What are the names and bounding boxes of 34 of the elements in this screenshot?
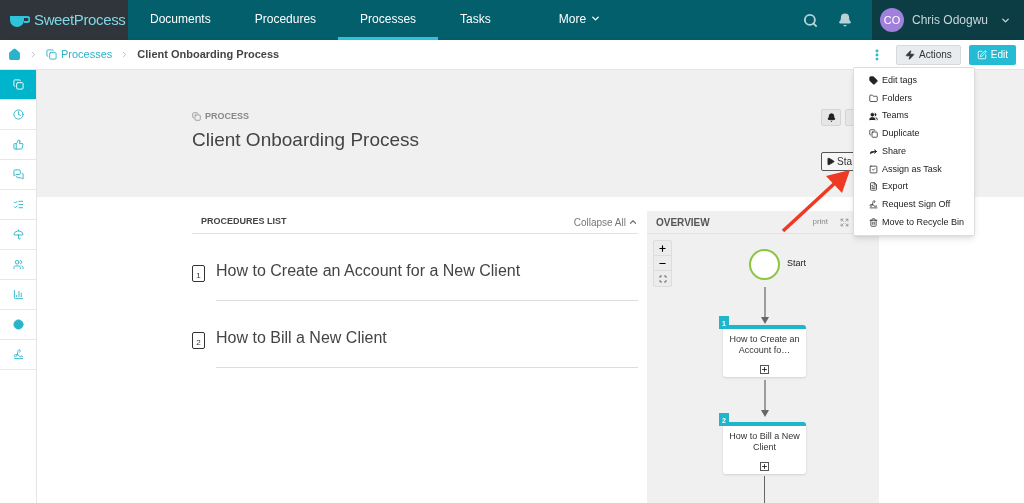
node-title: How to Bill a New Client <box>728 431 801 453</box>
user-name: Chris Odogwu <box>912 12 989 29</box>
menu-item[interactable]: Duplicate <box>854 125 974 143</box>
menu-item[interactable]: Teams <box>854 107 974 126</box>
nav-tab[interactable]: Procedures <box>232 0 339 40</box>
menu-item[interactable]: Request Sign Off <box>854 195 974 214</box>
menu-item[interactable]: Share <box>854 142 974 161</box>
logo[interactable]: SweetProcess <box>0 0 128 40</box>
procedure-link[interactable]: How to Bill a New Client <box>216 329 387 346</box>
nav-tab[interactable]: Documents <box>128 0 233 40</box>
collapse-all-button[interactable]: Collapse All <box>573 214 638 230</box>
menu-item[interactable]: Export <box>854 178 974 196</box>
kind-label: PROCESS <box>205 110 249 123</box>
overview-title: OVERVIEW <box>656 215 711 230</box>
actions-button[interactable]: Actions <box>895 44 961 65</box>
document-number-icon: 1 <box>192 265 205 282</box>
nav-tab[interactable]: Tasks <box>438 0 513 40</box>
menu-item[interactable]: Edit tags <box>854 72 974 90</box>
menu-item[interactable]: Folders <box>854 89 974 108</box>
menu-item[interactable]: Move to Recycle Bin <box>854 213 974 232</box>
menu-item[interactable]: Assign as Task <box>854 160 974 179</box>
nav-tab[interactable]: Processes <box>338 0 439 40</box>
procedure-node[interactable]: How to Bill a New Client <box>723 422 806 474</box>
breadcrumb-current: Client Onboarding Process <box>137 47 280 63</box>
section-title: PROCEDURES LIST <box>201 215 287 229</box>
document-number-icon: 2 <box>192 332 205 349</box>
node-title: How to Create an Account fo… <box>728 334 801 356</box>
nav-tab[interactable]: More <box>536 0 624 40</box>
procedure-link[interactable]: How to Create an Account for a New Client <box>216 262 521 279</box>
start-label: Start <box>787 257 806 270</box>
user-menu[interactable]: CO Chris Odogwu <box>872 0 1024 40</box>
avatar: CO <box>880 8 904 32</box>
process-title: Client Onboarding Process <box>192 127 421 152</box>
procedure-node[interactable]: How to Create an Account fo… <box>723 325 806 377</box>
